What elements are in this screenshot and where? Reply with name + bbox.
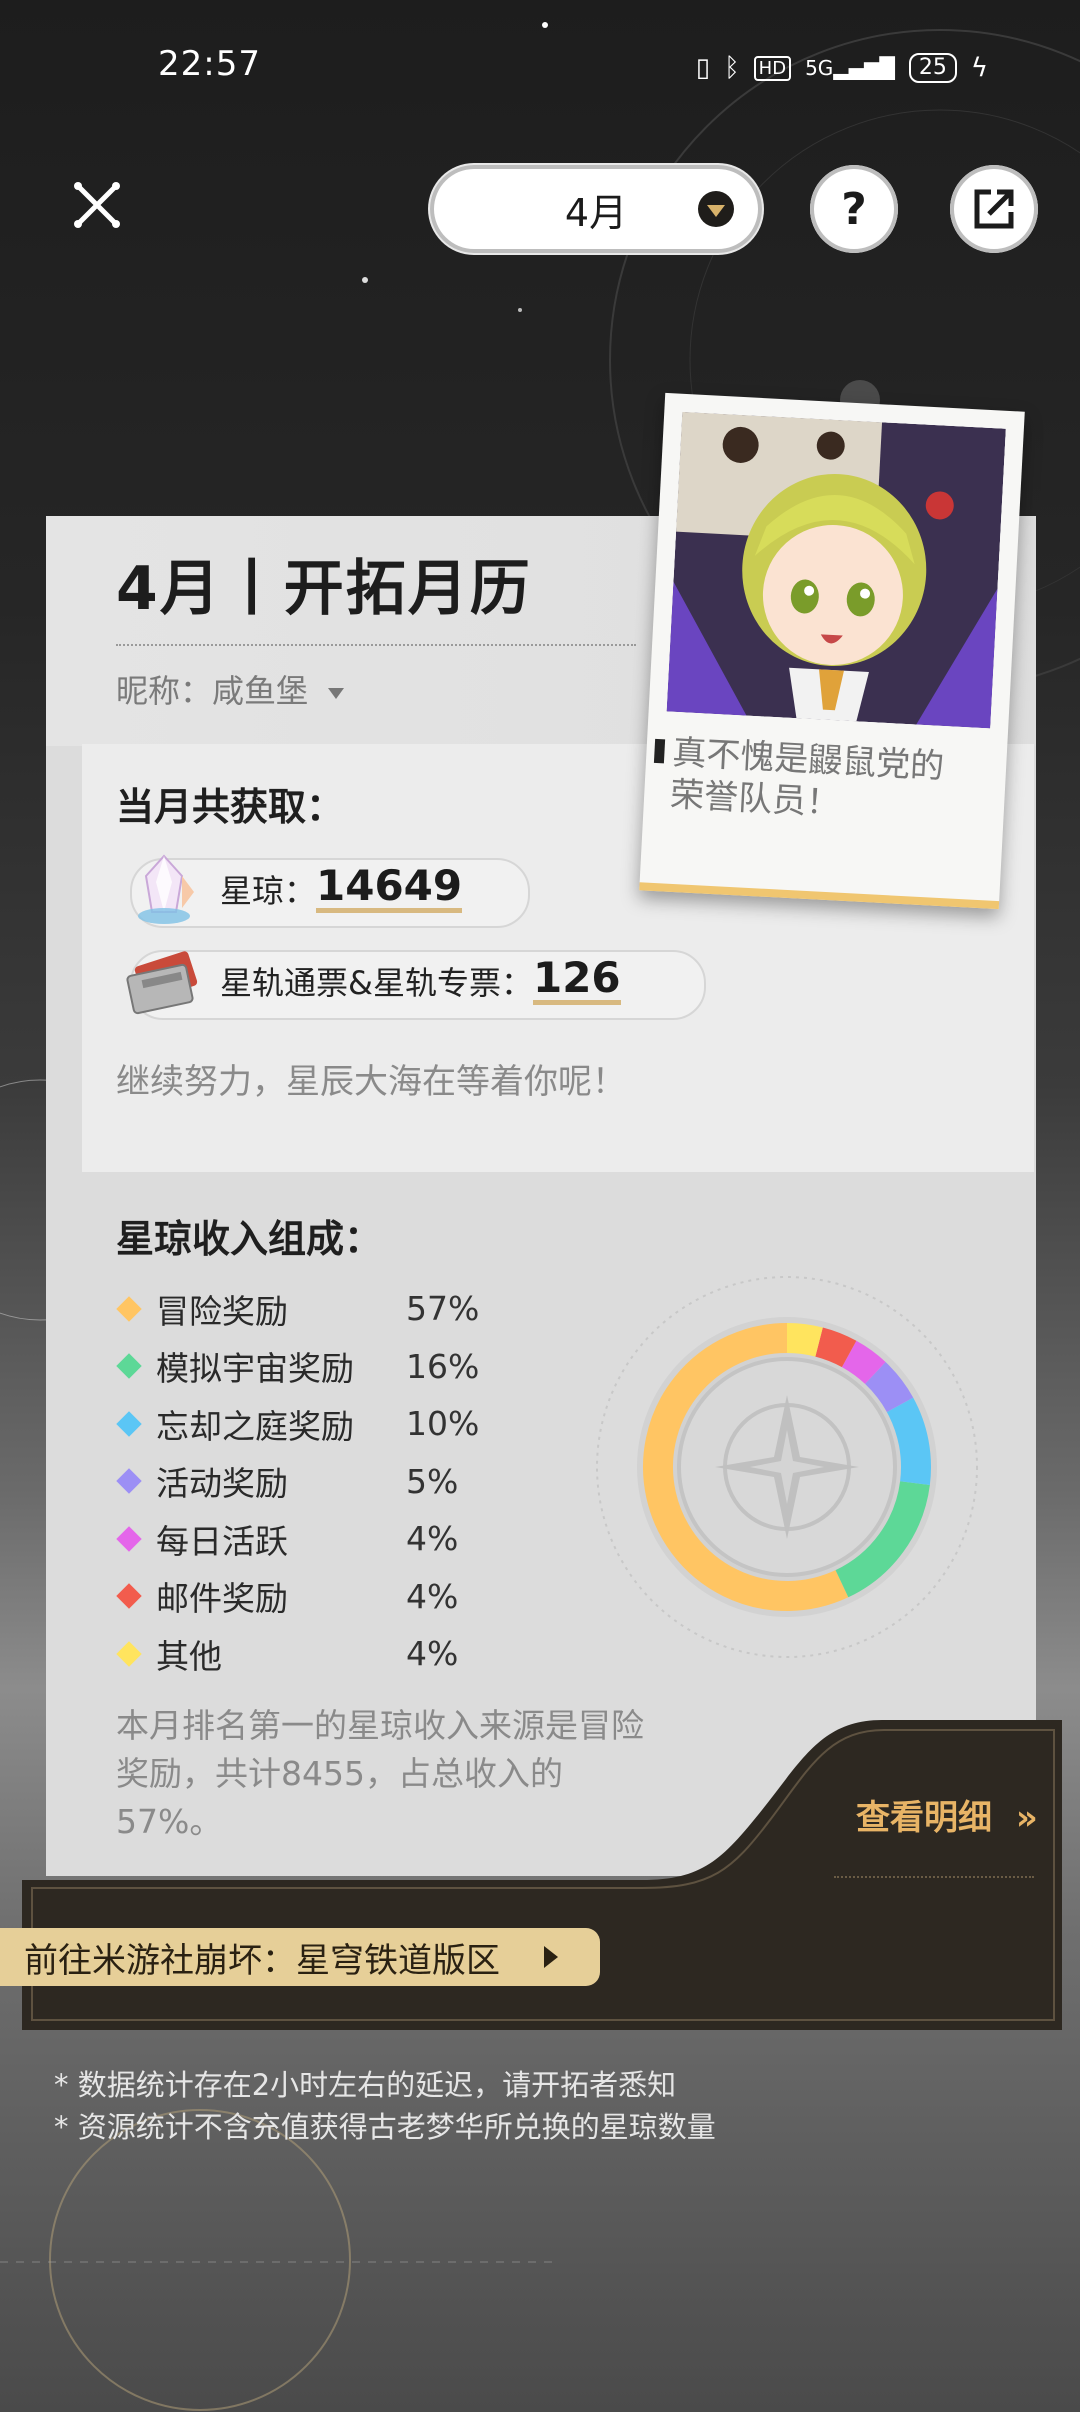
legend-diamond-icon bbox=[116, 1583, 142, 1609]
legend-item-name: 冒险奖励 bbox=[156, 1291, 288, 1331]
star-rail-pass-value: 126 bbox=[532, 956, 621, 1005]
title-divider bbox=[116, 644, 636, 648]
total-heading: 当月共获取： bbox=[116, 785, 345, 829]
legend-item-name: 模拟宇宙奖励 bbox=[156, 1349, 354, 1389]
legend-item-percent: 16% bbox=[406, 1346, 480, 1386]
income-donut-chart bbox=[596, 1276, 978, 1658]
quote-marker bbox=[653, 738, 666, 764]
caret-down-icon bbox=[328, 687, 345, 699]
battery-icon: 25 bbox=[908, 53, 957, 83]
month-selector[interactable]: 4月 bbox=[430, 165, 762, 253]
donut-slice bbox=[841, 1340, 886, 1385]
legend-item-percent: 57% bbox=[406, 1289, 480, 1329]
legend-diamond-icon bbox=[116, 1353, 142, 1379]
status-icons: ▯ ᛒ HD 5G▂▄▆█ 25 ϟ bbox=[696, 48, 988, 88]
legend-item-name: 邮件奖励 bbox=[156, 1579, 288, 1619]
legend-diamond-icon bbox=[116, 1296, 142, 1322]
close-button[interactable] bbox=[60, 168, 134, 242]
month-selector-value: 4月 bbox=[564, 190, 628, 235]
legend-item-percent: 5% bbox=[406, 1461, 459, 1501]
legend-item-percent: 4% bbox=[406, 1634, 459, 1674]
income-legend: 冒险奖励 57% 模拟宇宙奖励 16% 忘却之庭奖励 10% 活动奖励 5% 每日活跃 4% 邮件奖… bbox=[116, 1280, 516, 1683]
footnote-recharge: * 资源统计不含充值获得古老梦华所兑换的星琼数量 bbox=[54, 2110, 716, 2144]
play-arrow-icon bbox=[544, 1946, 558, 1968]
view-details-label: 查看明细 bbox=[856, 1798, 992, 1838]
character-quote: 真不愧是鼹鼠党的荣誉队员！ bbox=[669, 732, 946, 824]
charging-icon: ϟ bbox=[970, 53, 988, 83]
footnote-delay: * 数据统计存在2小时左右的延迟，请开拓者悉知 bbox=[54, 2068, 677, 2102]
legend-item-name: 其他 bbox=[156, 1636, 222, 1676]
chevron-down-icon bbox=[698, 191, 734, 227]
legend-item: 活动奖励 5% bbox=[116, 1453, 516, 1511]
legend-item-name: 活动奖励 bbox=[156, 1464, 288, 1504]
help-button[interactable]: ? bbox=[810, 165, 898, 253]
share-icon bbox=[974, 189, 1014, 229]
bluetooth-icon: ᛒ bbox=[724, 53, 740, 83]
legend-diamond-icon bbox=[116, 1641, 142, 1667]
star-rail-pass-label: 星轨通票&星轨专票： bbox=[220, 963, 533, 1002]
signal-5g-icon: 5G▂▄▆█ bbox=[805, 56, 895, 80]
legend-item: 其他 4% bbox=[116, 1625, 516, 1683]
details-divider bbox=[834, 1876, 1034, 1878]
stellar-jade-icon bbox=[138, 854, 194, 924]
community-link-label: 前往米游社崩坏：星穹铁道版区 bbox=[24, 1940, 500, 1981]
double-chevron-icon: » bbox=[1015, 1798, 1038, 1838]
help-icon: ? bbox=[841, 183, 867, 235]
composition-heading: 星琼收入组成： bbox=[116, 1217, 383, 1261]
page-title: 4月丨开拓月历 bbox=[116, 554, 532, 624]
legend-item: 忘却之庭奖励 10% bbox=[116, 1395, 516, 1453]
legend-item-name: 忘却之庭奖励 bbox=[156, 1406, 354, 1446]
community-link-button[interactable]: 前往米游社崩坏：星穹铁道版区 bbox=[0, 1928, 600, 1986]
encouragement-text: 继续努力，星辰大海在等着你呢！ bbox=[116, 1062, 626, 1102]
hd-icon: HD bbox=[753, 55, 792, 81]
legend-item-percent: 4% bbox=[406, 1519, 459, 1559]
donut-slice bbox=[814, 1327, 857, 1368]
close-icon bbox=[74, 182, 120, 228]
legend-diamond-icon bbox=[116, 1411, 142, 1437]
legend-item: 邮件奖励 4% bbox=[116, 1568, 516, 1626]
legend-item: 模拟宇宙奖励 16% bbox=[116, 1338, 516, 1396]
star-rail-pass-icon bbox=[126, 951, 198, 1015]
share-button[interactable] bbox=[950, 165, 1038, 253]
view-details-button[interactable]: 查看明细 » bbox=[856, 1790, 1038, 1839]
legend-diamond-icon bbox=[116, 1526, 142, 1552]
legend-item-percent: 10% bbox=[406, 1404, 480, 1444]
stellar-jade-label: 星琼： bbox=[220, 871, 317, 910]
nickname-label: 昵称：咸鱼堡 bbox=[116, 672, 309, 710]
legend-item-name: 每日活跃 bbox=[156, 1521, 288, 1561]
nickname-selector[interactable]: 昵称：咸鱼堡 bbox=[116, 666, 345, 712]
stellar-jade-value: 14649 bbox=[316, 864, 463, 913]
donut-slice bbox=[886, 1397, 931, 1486]
donut-slice bbox=[786, 1323, 823, 1357]
vibrate-icon: ▯ bbox=[695, 53, 711, 83]
legend-item-percent: 4% bbox=[406, 1576, 459, 1616]
legend-item: 冒险奖励 57% bbox=[116, 1280, 516, 1338]
status-time: 22:57 bbox=[158, 44, 261, 84]
character-portrait bbox=[666, 411, 1006, 729]
legend-diamond-icon bbox=[116, 1468, 142, 1494]
legend-item: 每日活跃 4% bbox=[116, 1510, 516, 1568]
character-photo-card: 真不愧是鼹鼠党的荣誉队员！ bbox=[639, 392, 1025, 910]
